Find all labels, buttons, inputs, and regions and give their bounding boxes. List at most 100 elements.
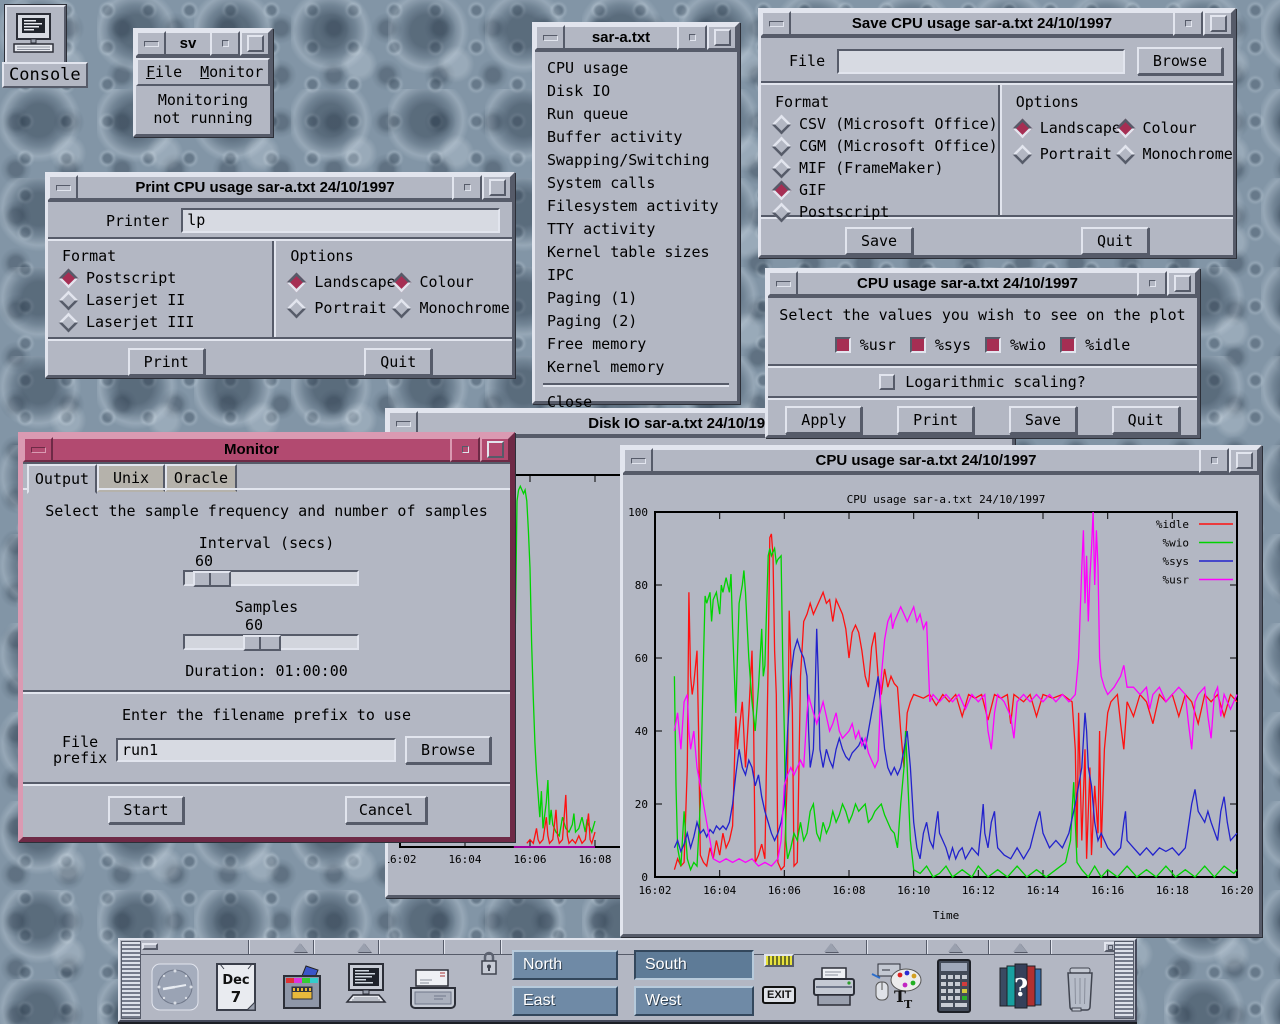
calendar-icon[interactable]: Dec 7 (212, 960, 260, 1014)
print-button[interactable]: Print (897, 406, 974, 434)
print-option-monochrome[interactable]: Monochrome (393, 299, 512, 317)
print-option-landscape[interactable]: Landscape (288, 273, 393, 291)
minimize-button[interactable] (677, 25, 707, 50)
save-button[interactable]: Save (845, 227, 913, 255)
sar-menu-item[interactable]: Swapping/Switching (543, 149, 729, 171)
samples-slider-thumb[interactable] (243, 635, 281, 651)
start-button[interactable]: Start (108, 796, 184, 824)
save-format-gif[interactable]: GIF (773, 181, 998, 199)
maximize-button[interactable] (1229, 448, 1259, 473)
save-option-colour[interactable]: Colour (1117, 119, 1238, 137)
window-menu-button[interactable] (48, 175, 78, 200)
maximize-button[interactable] (240, 31, 270, 56)
minimize-button[interactable] (452, 175, 482, 200)
plot-value--sys[interactable]: %sys (910, 336, 971, 354)
maximize-button[interactable] (1167, 271, 1197, 296)
sar-menu-item[interactable]: TTY activity (543, 218, 729, 240)
print-option-portrait[interactable]: Portrait (288, 299, 393, 317)
workspace-west-button[interactable]: West (634, 986, 754, 1016)
sar-menu-item[interactable]: Kernel memory (543, 356, 729, 378)
save-format-cgm-microsoft-office-[interactable]: CGM (Microsoft Office) (773, 137, 998, 155)
window-menu-button[interactable] (23, 437, 53, 462)
console-icon-label[interactable]: Console (2, 62, 88, 88)
sar-menu-item[interactable]: Paging (2) (543, 310, 729, 332)
window-menu-button[interactable] (535, 25, 565, 50)
sar-menu-item[interactable]: Run queue (543, 103, 729, 125)
apply-button[interactable]: Apply (785, 406, 862, 434)
samples-slider[interactable] (183, 634, 359, 650)
printer-icon[interactable] (808, 964, 860, 1012)
workspace-south-button[interactable]: South (634, 950, 754, 980)
browse-button[interactable]: Browse (1137, 47, 1223, 75)
tab-output[interactable]: Output (27, 464, 97, 494)
subpanel-arrow-icon[interactable] (948, 943, 962, 952)
window-menu-button[interactable] (623, 448, 653, 473)
save-option-portrait[interactable]: Portrait (1014, 145, 1117, 163)
save-option-landscape[interactable]: Landscape (1014, 119, 1117, 137)
panel-minimize-handle[interactable] (142, 943, 158, 950)
sar-menu-item[interactable]: IPC (543, 264, 729, 286)
sar-menu-item[interactable]: Paging (1) (543, 287, 729, 309)
print-option-colour[interactable]: Colour (393, 273, 512, 291)
interval-slider[interactable] (183, 570, 359, 586)
file-prefix-input[interactable]: run1 (116, 738, 396, 762)
style-manager-icon[interactable]: T T (868, 960, 924, 1014)
printer-input[interactable]: lp (181, 208, 500, 233)
sar-menu-item[interactable]: Buffer activity (543, 126, 729, 148)
print-format-laserjet-iii[interactable]: Laserjet III (60, 313, 272, 331)
sar-menu-item[interactable]: Filesystem activity (543, 195, 729, 217)
quit-button[interactable]: Quit (1081, 227, 1149, 255)
panel-right-grip[interactable] (1114, 941, 1134, 1019)
minimize-button[interactable] (1137, 271, 1167, 296)
maximize-button[interactable] (482, 175, 512, 200)
print-button[interactable]: Print (128, 348, 205, 376)
calculator-icon[interactable] (932, 958, 976, 1016)
menu-file[interactable]: File (146, 63, 182, 81)
minimize-button[interactable] (450, 437, 480, 462)
console-icon[interactable] (5, 5, 66, 66)
window-menu-button[interactable] (761, 11, 791, 36)
plot-value--wio[interactable]: %wio (985, 336, 1046, 354)
workspace-east-button[interactable]: East (512, 986, 618, 1016)
sar-menu-item[interactable]: System calls (543, 172, 729, 194)
save-format-csv-microsoft-office-[interactable]: CSV (Microsoft Office) (773, 115, 998, 133)
save-option-monochrome[interactable]: Monochrome (1117, 145, 1238, 163)
log-scaling-checkbox[interactable] (879, 374, 895, 390)
quit-button[interactable]: Quit (1112, 406, 1180, 434)
plot-value--idle[interactable]: %idle (1060, 336, 1130, 354)
minimize-button[interactable] (1173, 11, 1203, 36)
terminal-icon[interactable] (340, 960, 392, 1014)
subpanel-arrow-icon[interactable] (357, 943, 371, 952)
panel-left-grip[interactable] (121, 941, 141, 1019)
lock-icon[interactable] (480, 950, 498, 976)
file-manager-icon[interactable] (276, 960, 328, 1014)
plot-value--usr[interactable]: %usr (835, 336, 896, 354)
workspace-north-button[interactable]: North (512, 950, 618, 980)
window-menu-button[interactable] (768, 271, 798, 296)
minimize-button[interactable] (1199, 448, 1229, 473)
sar-menu-item[interactable]: Disk IO (543, 80, 729, 102)
save-format-mif-framemaker-[interactable]: MIF (FrameMaker) (773, 159, 998, 177)
print-format-postscript[interactable]: Postscript (60, 269, 272, 287)
menu-monitor[interactable]: Monitor (200, 63, 263, 81)
cancel-button[interactable]: Cancel (345, 796, 427, 824)
sar-menu-item[interactable]: CPU usage (543, 57, 729, 79)
file-input[interactable] (837, 49, 1125, 74)
save-format-postscript[interactable]: Postscript (773, 203, 998, 221)
exit-button[interactable]: EXIT (762, 986, 796, 1004)
browse-button[interactable]: Browse (405, 736, 491, 764)
sar-menu-item[interactable]: Kernel table sizes (543, 241, 729, 263)
clock-icon[interactable] (150, 962, 200, 1012)
trash-icon[interactable] (1058, 960, 1102, 1014)
quit-button[interactable]: Quit (364, 348, 432, 376)
subpanel-arrow-icon[interactable] (293, 943, 307, 952)
sar-menu-item[interactable]: Free memory (543, 333, 729, 355)
interval-slider-thumb[interactable] (193, 571, 231, 587)
maximize-button[interactable] (480, 437, 510, 462)
maximize-button[interactable] (1203, 11, 1233, 36)
subpanel-arrow-icon[interactable] (1013, 943, 1027, 952)
maximize-button[interactable] (707, 25, 737, 50)
minimize-button[interactable] (210, 31, 240, 56)
mail-icon[interactable] (406, 962, 460, 1012)
help-icon[interactable]: ? (992, 960, 1048, 1014)
